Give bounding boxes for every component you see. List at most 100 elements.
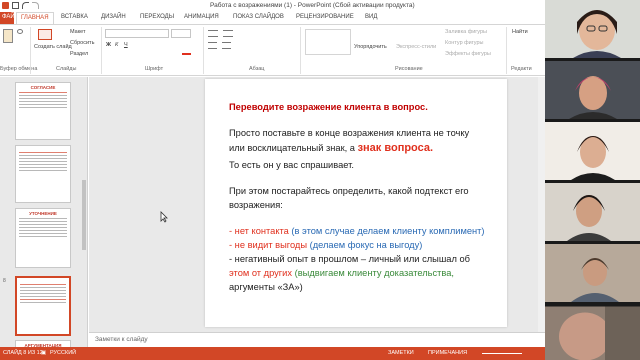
reset-button[interactable]: Сбросить (70, 40, 94, 46)
slide-bullet: - негативный опыт в прошлом – личный или… (229, 254, 470, 264)
thumbnail-number: 8 (3, 278, 6, 284)
shape-outline-button[interactable]: Контур фигуры (445, 40, 483, 46)
shape-effects-button[interactable]: Эффекты фигуры (445, 51, 491, 57)
paste-icon[interactable] (3, 29, 13, 43)
spellcheck-icon[interactable]: ▣ (41, 350, 46, 356)
group-clipboard-label: Буфер обмена (0, 66, 38, 72)
participant-video-tile[interactable] (545, 244, 640, 302)
slide-thumbnail[interactable] (15, 145, 71, 203)
powerpoint-icon (2, 2, 9, 9)
group-editing-label: Редакти (511, 66, 532, 72)
title-bar: Работа с возражениями (1) - PowerPoint (… (0, 0, 545, 12)
window-title: Работа с возражениями (1) - PowerPoint (… (210, 2, 415, 9)
tab-animation[interactable]: АНИМАЦИЯ (184, 14, 219, 20)
slide-text-line: возражения: (229, 200, 283, 210)
tab-design[interactable]: ДИЗАЙН (101, 14, 126, 20)
tab-view[interactable]: ВИД (365, 14, 377, 20)
participant-video-tile[interactable] (545, 305, 640, 360)
notes-placeholder: Заметки к слайду (95, 336, 148, 343)
slide-bullet: этом от других (выдвигаем клиенту доказа… (229, 268, 455, 278)
question-mark-emphasis: знак вопроса. (357, 142, 434, 154)
group-separator (203, 27, 204, 74)
undo-icon[interactable] (22, 2, 29, 9)
quick-access-toolbar (2, 2, 39, 9)
participant-video-feed (545, 183, 640, 241)
participant-video-tile[interactable] (545, 122, 640, 180)
slide-thumbnail[interactable]: СОГЛАСИЕ (15, 82, 71, 140)
ribbon-tabs: ФАЙЛ ГЛАВНАЯ ВСТАВКА ДИЗАЙН ПЕРЕХОДЫ АНИ… (0, 12, 545, 24)
group-font-label: Шрифт (145, 66, 164, 72)
arrange-button[interactable]: Упорядочить (354, 44, 387, 50)
new-slide-icon[interactable] (38, 29, 52, 40)
comments-toggle-button[interactable]: ПРИМЕЧАНИЯ (428, 350, 467, 356)
participant-video-tile[interactable] (545, 183, 640, 241)
slide-thumbnail-selected[interactable] (15, 276, 71, 336)
tab-transitions[interactable]: ПЕРЕХОДЫ (140, 14, 174, 20)
participant-video-feed (545, 122, 640, 180)
group-separator (300, 27, 301, 74)
italic-button[interactable]: К (115, 42, 118, 48)
font-size-select[interactable] (171, 29, 191, 38)
thumbnails-scrollbar[interactable] (82, 80, 87, 280)
video-call-strip (545, 0, 640, 360)
participant-video-tile[interactable] (545, 61, 640, 119)
font-color-icon[interactable] (182, 53, 191, 55)
thumbnail-title: СОГЛАСИЕ (30, 85, 56, 90)
save-icon[interactable] (12, 2, 19, 9)
numbering-icon[interactable] (223, 30, 233, 37)
slide-canvas[interactable]: Переводите возражение клиента в вопрос. … (205, 79, 507, 327)
participant-video-feed (545, 244, 640, 302)
bullets-icon[interactable] (208, 30, 218, 37)
group-separator (101, 27, 102, 74)
tab-insert[interactable]: ВСТАВКА (61, 14, 88, 20)
layout-button[interactable]: Макет (70, 29, 86, 35)
tab-file[interactable]: ФАЙЛ (0, 12, 19, 24)
align-center-icon[interactable] (222, 42, 231, 49)
bold-button[interactable]: Ж (106, 42, 111, 48)
notes-toggle-button[interactable]: ЗАМЕТКИ (388, 350, 414, 356)
participant-video-feed (545, 0, 640, 58)
group-separator (506, 27, 507, 74)
slide-bullet: - нет контакта (в этом случае делаем кли… (229, 226, 485, 236)
group-separator (30, 27, 31, 74)
slide-bullet: аргументы «ЗА») (229, 282, 303, 292)
group-drawing-label: Рисование (395, 66, 423, 72)
tab-review[interactable]: РЕЦЕНЗИРОВАНИЕ (296, 14, 354, 20)
participant-video-tile[interactable] (545, 0, 640, 58)
group-paragraph-label: Абзац (249, 66, 265, 72)
align-left-icon[interactable] (208, 42, 217, 49)
font-family-select[interactable] (105, 29, 169, 38)
express-styles-button[interactable]: Экспресс-стили (396, 44, 436, 50)
status-bar: СЛАЙД 8 ИЗ 12 ▣ РУССКИЙ ЗАМЕТКИ ПРИМЕЧАН… (0, 347, 545, 360)
tab-slideshow[interactable]: ПОКАЗ СЛАЙДОВ (233, 14, 284, 20)
notes-pane[interactable]: Заметки к слайду (89, 332, 545, 346)
group-slides-label: Слайды (56, 66, 77, 72)
find-button[interactable]: Найти (512, 29, 528, 35)
tab-home[interactable]: ГЛАВНАЯ (16, 12, 54, 24)
shape-fill-button[interactable]: Заливка фигуры (445, 29, 487, 35)
create-slide-button[interactable]: Создать слайд (34, 44, 72, 50)
zoom-slider[interactable] (482, 353, 522, 354)
ribbon-home: Буфер обмена Создать слайд Макет Сбросит… (0, 24, 545, 76)
redo-icon[interactable] (32, 2, 39, 9)
mouse-cursor-icon (160, 211, 168, 223)
participant-video-feed (545, 61, 640, 119)
powerpoint-window: Работа с возражениями (1) - PowerPoint (… (0, 0, 545, 360)
language-indicator[interactable]: РУССКИЙ (50, 350, 76, 356)
slide-scrollbar[interactable] (538, 77, 545, 332)
slide-editing-area: Переводите возражение клиента в вопрос. … (89, 77, 545, 332)
shapes-gallery[interactable] (305, 29, 351, 55)
slide-text-line: или восклицательный знак, а знак вопроса… (229, 142, 434, 154)
slide-text-line: То есть он у вас спрашивает. (229, 160, 354, 170)
thumbnail-title: УТОЧНЕНИЕ (29, 211, 57, 216)
section-button[interactable]: Раздел (70, 51, 88, 57)
cut-icon[interactable] (17, 29, 23, 34)
underline-button[interactable]: Ч (124, 42, 128, 48)
slide-counter: СЛАЙД 8 ИЗ 12 (3, 350, 43, 356)
slide-heading: Переводите возражение клиента в вопрос. (229, 102, 428, 112)
slide-thumbnail[interactable]: УТОЧНЕНИЕ (15, 208, 71, 268)
slide-text-line: При этом постарайтесь определить, какой … (229, 186, 469, 196)
slide-thumbnails-pane: СОГЛАСИЕ УТОЧНЕНИЕ 8 АРГУМЕНТАЦИЯ (0, 77, 88, 350)
participant-video-feed (545, 306, 640, 360)
slide-bullet: - не видит выгоды (делаем фокус на выгод… (229, 240, 423, 250)
